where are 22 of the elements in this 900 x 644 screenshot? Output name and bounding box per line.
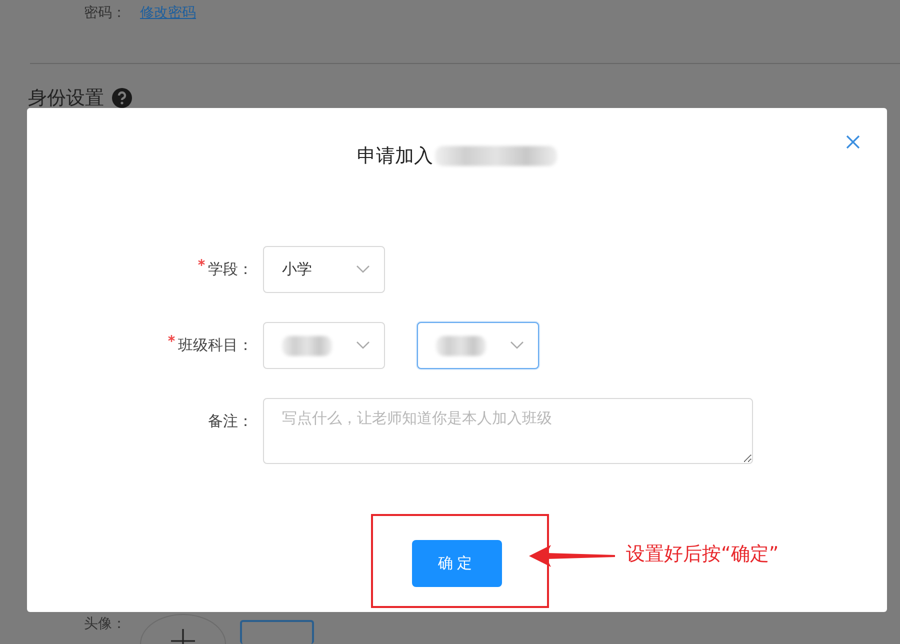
redacted-value [282,336,332,356]
field-label: 头像： [84,615,126,634]
field-label: 密码： [84,4,126,22]
chevron-down-icon [356,341,370,350]
select-field[interactable] [417,322,539,369]
close-icon[interactable] [845,134,861,150]
select-field[interactable] [263,322,385,369]
field-label: 备注： [208,412,253,430]
chevron-down-icon [356,265,370,274]
select-field[interactable]: 小学 [263,246,385,293]
section-title: 身份设置 [28,86,104,111]
field-label: 学段： [208,260,253,278]
field-label: 班级科目： [178,336,253,354]
dialog-title: 申请加入 [357,144,433,169]
annotation-text: 设置好后按“确定” [626,542,779,567]
remark-field[interactable]: 写点什么，让老师知道你是本人加入班级 [263,398,753,464]
help-icon[interactable] [112,88,132,108]
arrow-icon [527,543,617,569]
chevron-down-icon [510,341,524,350]
browse-button[interactable] [240,620,314,644]
redacted-value [436,336,486,356]
confirm-button[interactable]: 确定 [412,540,502,587]
